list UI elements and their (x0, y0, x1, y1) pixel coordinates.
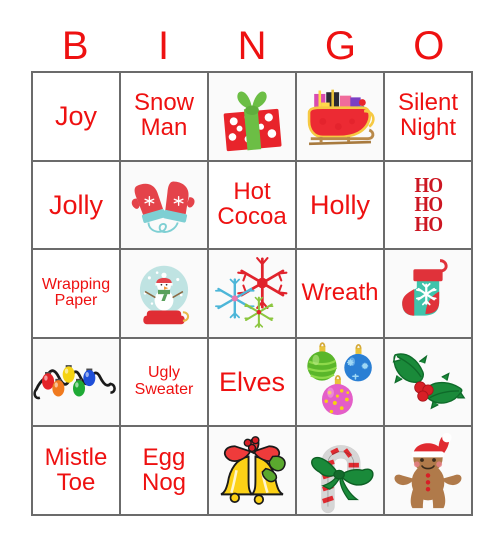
cell-label: Ugly Sweater (134, 364, 194, 399)
bingo-cell-r5c4[interactable] (297, 427, 385, 516)
snow-globe-icon (121, 250, 207, 337)
bingo-cell-r3c2[interactable] (121, 250, 209, 339)
gift-box-icon (209, 73, 295, 160)
bingo-cell-r2c3[interactable]: Hot Cocoa (209, 161, 297, 251)
bingo-cell-r2c1[interactable]: Jolly (33, 161, 121, 251)
cell-label: Jolly (48, 189, 103, 220)
bingo-cell-r5c5[interactable] (385, 427, 473, 516)
header-letter-b: B (61, 24, 89, 68)
candy-cane-icon (297, 427, 383, 514)
bingo-grid: Joy Snow Man Silent Night Jolly Hot Coco… (31, 71, 473, 516)
bingo-cell-r4c4[interactable] (297, 338, 385, 428)
header-letter-i: I (158, 24, 170, 68)
bingo-cell-r3c3[interactable] (209, 250, 297, 339)
gingerbread-man-icon (385, 427, 471, 514)
string-lights-icon (33, 339, 119, 426)
bingo-cell-r5c2[interactable]: Egg Nog (121, 427, 209, 516)
bingo-cell-r4c2[interactable]: Ugly Sweater (121, 338, 209, 428)
bingo-cell-r3c4[interactable]: Wreath (297, 250, 385, 339)
sleigh-icon (297, 73, 383, 160)
bingo-cell-r4c1[interactable] (33, 338, 121, 428)
bells-icon (209, 427, 295, 514)
bingo-cell-r3c5[interactable] (385, 250, 473, 339)
cell-label: Snow Man (133, 89, 195, 142)
bingo-cell-r5c3[interactable] (209, 427, 297, 516)
bingo-cell-r4c5[interactable] (385, 338, 473, 428)
bingo-cell-r3c1[interactable]: Wrapping Paper (33, 250, 121, 339)
holly-leaves-icon (385, 339, 471, 426)
stocking-icon (385, 250, 471, 337)
bingo-cell-r2c4[interactable]: Holly (297, 161, 385, 251)
bingo-cell-r1c3[interactable] (209, 73, 297, 162)
bingo-card: B I N G O Joy Snow Man Silent Night Joll… (0, 0, 500, 544)
bingo-cell-r2c5[interactable]: HO HO HO (385, 161, 473, 251)
cell-label: Wreath (301, 279, 379, 307)
bingo-cell-r1c4[interactable] (297, 73, 385, 162)
cell-label: Egg Nog (141, 443, 187, 496)
cell-label: Wrapping Paper (41, 275, 111, 310)
cell-label: Mistle Toe (44, 443, 108, 496)
cell-label: Elves (218, 367, 286, 398)
bingo-cell-r1c2[interactable]: Snow Man (121, 73, 209, 162)
cell-label: Silent Night (397, 89, 459, 142)
ho-ho-ho-text: HO HO HO (414, 172, 442, 236)
snowflakes-icon (209, 250, 295, 337)
bingo-cell-r2c2[interactable] (121, 161, 209, 251)
header-letter-g: G (324, 24, 356, 68)
header-letter-o: O (413, 24, 445, 68)
bingo-cell-r1c1[interactable]: Joy (33, 73, 121, 162)
mittens-icon (121, 162, 207, 249)
header-letter-n: N (237, 24, 267, 68)
cell-label: Holly (309, 189, 370, 220)
cell-label: Joy (54, 101, 98, 132)
bingo-cell-r1c5[interactable]: Silent Night (385, 73, 473, 162)
bingo-cell-r5c1[interactable]: Mistle Toe (33, 427, 121, 516)
cell-label: Hot Cocoa (217, 177, 287, 230)
ornaments-icon (297, 339, 383, 426)
bingo-cell-r4c3[interactable]: Elves (209, 338, 297, 428)
bingo-header: B I N G O (31, 22, 473, 70)
